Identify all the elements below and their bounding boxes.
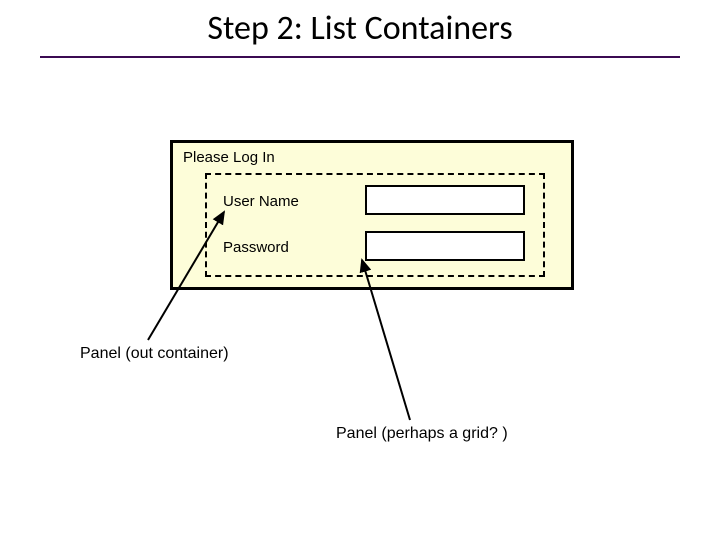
outer-panel: Please Log In User Name Password xyxy=(170,140,574,290)
username-label: User Name xyxy=(223,193,299,210)
password-input[interactable] xyxy=(365,231,525,261)
username-input[interactable] xyxy=(365,185,525,215)
panel-heading: Please Log In xyxy=(183,149,275,166)
password-label: Password xyxy=(223,239,289,256)
caption-outer-panel: Panel (out container) xyxy=(80,345,229,363)
form-row-username: User Name xyxy=(217,185,537,221)
caption-inner-panel: Panel (perhaps a grid? ) xyxy=(336,425,508,443)
form-row-password: Password xyxy=(217,231,537,267)
title-underline xyxy=(40,56,680,58)
inner-panel-dashed: User Name Password xyxy=(205,173,545,277)
slide-stage: Step 2: List Containers Please Log In Us… xyxy=(0,0,720,540)
slide-title: Step 2: List Containers xyxy=(0,8,720,49)
